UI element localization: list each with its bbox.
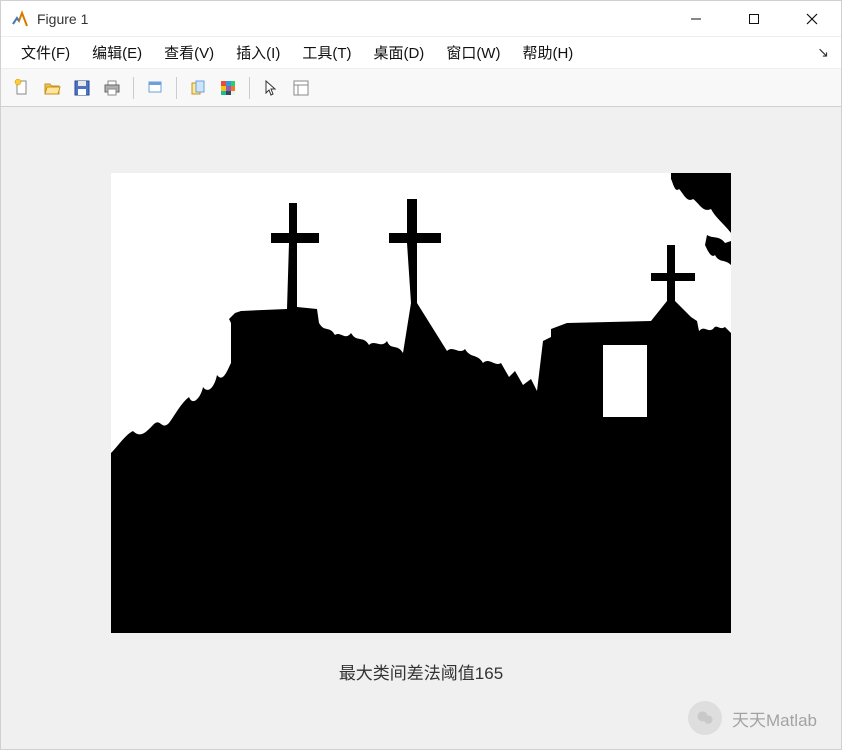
menu-tools[interactable]: 工具(T) (294, 40, 359, 65)
plot-image (111, 173, 731, 633)
rotate-icon[interactable] (185, 75, 211, 101)
matlab-icon (11, 10, 29, 28)
menu-help[interactable]: 帮助(H) (514, 40, 581, 65)
menu-file[interactable]: 文件(F) (13, 40, 78, 65)
menu-edit[interactable]: 编辑(E) (84, 40, 150, 65)
menu-desktop[interactable]: 桌面(D) (365, 40, 432, 65)
open-folder-icon[interactable] (39, 75, 65, 101)
toolbar (1, 69, 841, 107)
maximize-button[interactable] (725, 1, 783, 36)
wechat-icon (688, 701, 722, 735)
minimize-button[interactable] (667, 1, 725, 36)
close-button[interactable] (783, 1, 841, 36)
titlebar: Figure 1 (1, 1, 841, 37)
print-icon[interactable] (99, 75, 125, 101)
figure-caption: 最大类间差法阈值165 (339, 659, 503, 684)
properties-icon[interactable] (288, 75, 314, 101)
menu-window[interactable]: 窗口(W) (438, 40, 508, 65)
window-title: Figure 1 (37, 11, 88, 27)
toolbar-separator (133, 77, 134, 99)
watermark-text: 天天Matlab (732, 706, 817, 731)
menu-view[interactable]: 查看(V) (156, 40, 222, 65)
watermark: 天天Matlab (688, 701, 817, 735)
data-cursor-icon[interactable] (142, 75, 168, 101)
new-file-icon[interactable] (9, 75, 35, 101)
window-controls (667, 1, 841, 36)
menu-overflow-icon[interactable]: ↘ (817, 44, 829, 61)
menu-insert[interactable]: 插入(I) (228, 40, 288, 65)
figure-window: Figure 1 文件(F) 编辑(E) 查看(V) 插入(I) 工具(T) 桌… (0, 0, 842, 750)
save-icon[interactable] (69, 75, 95, 101)
toolbar-separator (176, 77, 177, 99)
figure-area: 最大类间差法阈值165 天天Matlab (1, 107, 841, 749)
toolbar-separator (249, 77, 250, 99)
menubar: 文件(F) 编辑(E) 查看(V) 插入(I) 工具(T) 桌面(D) 窗口(W… (1, 37, 841, 69)
pointer-icon[interactable] (258, 75, 284, 101)
color-grid-icon[interactable] (215, 75, 241, 101)
